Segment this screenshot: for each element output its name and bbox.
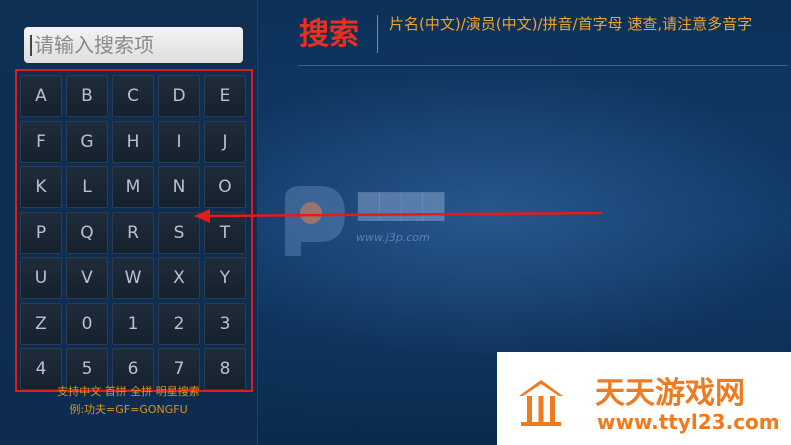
key-g[interactable]: G — [66, 120, 108, 163]
site-logo-icon — [519, 380, 563, 426]
corner-watermark: 天天游戏网 www.ttyl23.com — [497, 352, 791, 445]
key-6[interactable]: 6 — [112, 348, 154, 390]
key-f[interactable]: F — [20, 120, 62, 163]
search-description: 片名(中文)/演员(中文)/拼音/首字母 速查,请注意多音字 — [389, 15, 753, 33]
search-placeholder: 请输入搜索项 — [34, 33, 154, 57]
search-hint: 支持中文 首拼 全拼 明星搜索 — [57, 385, 200, 398]
key-2[interactable]: 2 — [158, 302, 200, 345]
key-c[interactable]: C — [112, 75, 154, 117]
key-b[interactable]: B — [66, 75, 108, 117]
letter-keyboard: ABCDEFGHIJKLMNOPQRSTUVWXYZ012345678 — [20, 75, 246, 390]
key-4[interactable]: 4 — [20, 348, 62, 390]
key-w[interactable]: W — [112, 257, 154, 299]
key-e[interactable]: E — [204, 75, 246, 117]
key-u[interactable]: U — [20, 257, 62, 299]
title-divider — [377, 15, 378, 53]
tv-search-screen: 请输入搜索项 ABCDEFGHIJKLMNOPQRSTUVWXYZ0123456… — [0, 0, 791, 445]
key-l[interactable]: L — [66, 166, 108, 208]
key-q[interactable]: Q — [66, 211, 108, 254]
key-i[interactable]: I — [158, 120, 200, 163]
key-v[interactable]: V — [66, 257, 108, 299]
key-r[interactable]: R — [112, 211, 154, 254]
key-a[interactable]: A — [20, 75, 62, 117]
search-input[interactable]: 请输入搜索项 — [24, 27, 243, 63]
page-title: 搜索 — [299, 17, 359, 52]
key-0[interactable]: 0 — [66, 302, 108, 345]
key-8[interactable]: 8 — [204, 348, 246, 390]
watermark-url: www.j3p.com — [356, 231, 430, 244]
key-3[interactable]: 3 — [204, 302, 246, 345]
key-x[interactable]: X — [158, 257, 200, 299]
key-h[interactable]: H — [112, 120, 154, 163]
key-j[interactable]: J — [204, 120, 246, 163]
key-y[interactable]: Y — [204, 257, 246, 299]
search-example: 例:功夫=GF=GONGFU — [69, 403, 188, 416]
key-7[interactable]: 7 — [158, 348, 200, 390]
header-rule — [298, 65, 788, 66]
site-name: 天天游戏网 — [595, 376, 745, 411]
arrow-left-icon — [194, 209, 603, 223]
key-d[interactable]: D — [158, 75, 200, 117]
key-m[interactable]: M — [112, 166, 154, 208]
site-url: www.ttyl23.com — [597, 410, 780, 434]
key-p[interactable]: P — [20, 211, 62, 254]
key-z[interactable]: Z — [20, 302, 62, 345]
key-5[interactable]: 5 — [66, 348, 108, 390]
key-k[interactable]: K — [20, 166, 62, 208]
key-1[interactable]: 1 — [112, 302, 154, 345]
text-caret — [30, 35, 32, 56]
